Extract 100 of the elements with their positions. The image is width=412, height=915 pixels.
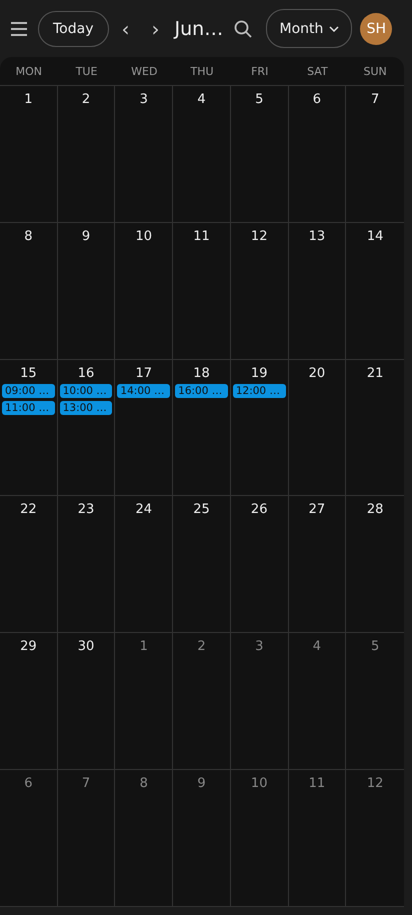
weekday-label: FRI: [250, 64, 270, 78]
search-icon[interactable]: [234, 20, 252, 38]
day-number: 30: [78, 639, 94, 654]
day-number: 1: [140, 639, 148, 654]
day-number: 4: [197, 92, 206, 107]
day-cell[interactable]: 27: [288, 496, 346, 632]
today-button[interactable]: Today: [38, 10, 108, 46]
event-chip[interactable]: 10:00 …: [60, 384, 112, 398]
view-dropdown[interactable]: Month: [266, 9, 352, 48]
chevron-down-icon: [329, 26, 340, 32]
day-cell[interactable]: 21: [346, 360, 404, 496]
event-chip[interactable]: 11:00 …: [2, 400, 55, 415]
day-cell[interactable]: 26: [230, 496, 289, 632]
day-cell[interactable]: 17 14:00 …: [115, 360, 174, 496]
day-cell[interactable]: 24: [115, 496, 174, 632]
day-cell[interactable]: 9: [58, 222, 116, 359]
day-number: 27: [308, 502, 326, 518]
day-cell[interactable]: 12: [230, 222, 289, 359]
day-cell[interactable]: 2: [173, 633, 231, 770]
day-number: 29: [20, 639, 37, 654]
day-number: 12: [250, 228, 268, 244]
day-number: 11: [193, 228, 210, 244]
day-number: 7: [371, 92, 380, 107]
day-cell[interactable]: 13: [288, 222, 346, 359]
day-cell[interactable]: 7: [346, 86, 404, 222]
weekday-label: TUE: [74, 64, 98, 78]
day-number: 16: [78, 366, 94, 381]
day-cell[interactable]: 3: [115, 86, 174, 222]
month-title: Jun…: [174, 18, 224, 40]
weekday-label: WED: [130, 64, 158, 78]
day-number: 2: [197, 639, 206, 654]
day-cell[interactable]: 5: [230, 86, 289, 222]
event-chip[interactable]: 14:00 …: [117, 384, 170, 398]
day-number: 23: [78, 502, 94, 518]
day-cell[interactable]: 20: [288, 360, 346, 496]
day-cell[interactable]: 16 10:00 … 13:00 …: [58, 360, 116, 496]
previous-button[interactable]: ‹: [112, 16, 138, 40]
day-number: 3: [255, 639, 264, 654]
day-number: 28: [366, 502, 384, 518]
day-cell[interactable]: 8: [115, 770, 174, 906]
day-cell[interactable]: 10: [115, 222, 174, 359]
day-number: 7: [82, 776, 90, 792]
day-number: 5: [255, 92, 264, 107]
day-number: 24: [136, 502, 152, 518]
day-cell[interactable]: 9: [173, 770, 231, 906]
weekday-label: THU: [189, 64, 215, 78]
day-cell[interactable]: 14: [346, 222, 404, 359]
day-number: 2: [82, 92, 90, 107]
day-cell[interactable]: 6: [0, 770, 58, 906]
day-number: 11: [308, 776, 326, 792]
day-number: 21: [366, 366, 384, 381]
event-chip[interactable]: 12:00 …: [232, 384, 286, 398]
day-cell[interactable]: 10: [230, 770, 289, 906]
day-cell[interactable]: 1: [0, 86, 58, 222]
day-number: 9: [197, 776, 206, 792]
day-cell[interactable]: 25: [173, 496, 231, 632]
day-number: 14: [366, 228, 384, 244]
day-number: 3: [140, 92, 148, 107]
day-cell[interactable]: 30: [58, 633, 116, 770]
day-cell[interactable]: 15 09:00 … 11:00 …: [0, 360, 58, 496]
day-number: 4: [312, 639, 322, 654]
weekday-label: SAT: [306, 64, 329, 78]
day-cell[interactable]: 4: [173, 86, 231, 222]
day-cell[interactable]: 7: [58, 770, 116, 906]
menu-icon[interactable]: [11, 22, 27, 36]
event-chip[interactable]: 09:00 …: [2, 384, 55, 398]
day-cell[interactable]: 8: [0, 222, 58, 359]
day-number: 22: [20, 502, 37, 518]
day-cell[interactable]: 11: [173, 222, 231, 359]
weekday-label: SUN: [362, 64, 388, 78]
next-button[interactable]: ›: [142, 16, 168, 40]
day-cell[interactable]: 1: [115, 633, 174, 770]
day-number: 6: [312, 92, 322, 107]
day-number: 5: [371, 639, 380, 654]
event-chip[interactable]: 13:00 …: [60, 400, 112, 415]
day-cell[interactable]: 23: [58, 496, 116, 632]
day-number: 12: [366, 776, 384, 792]
day-cell[interactable]: 2: [58, 86, 116, 222]
day-number: 19: [250, 366, 268, 381]
avatar[interactable]: SH: [360, 12, 392, 44]
day-number: 8: [140, 776, 148, 792]
day-cell[interactable]: 22: [0, 496, 58, 632]
day-number: 9: [82, 228, 90, 244]
day-cell[interactable]: 5: [346, 633, 404, 770]
day-number: 17: [136, 366, 152, 381]
event-chip[interactable]: 16:00 …: [175, 384, 228, 398]
day-cell[interactable]: 12: [346, 770, 404, 906]
day-cell[interactable]: 28: [346, 496, 404, 632]
day-cell[interactable]: 4: [288, 633, 346, 770]
day-cell[interactable]: 6: [288, 86, 346, 222]
day-number: 10: [136, 228, 152, 244]
day-cell[interactable]: 29: [0, 633, 58, 770]
weekday-label: MON: [14, 64, 44, 78]
day-cell[interactable]: 3: [230, 633, 289, 770]
day-number: 13: [308, 228, 326, 244]
day-number: 26: [250, 502, 268, 518]
day-cell[interactable]: 19 12:00 …: [230, 360, 289, 496]
day-cell[interactable]: 11: [288, 770, 346, 906]
day-number: 1: [24, 92, 32, 107]
day-cell[interactable]: 18 16:00 …: [173, 360, 231, 496]
